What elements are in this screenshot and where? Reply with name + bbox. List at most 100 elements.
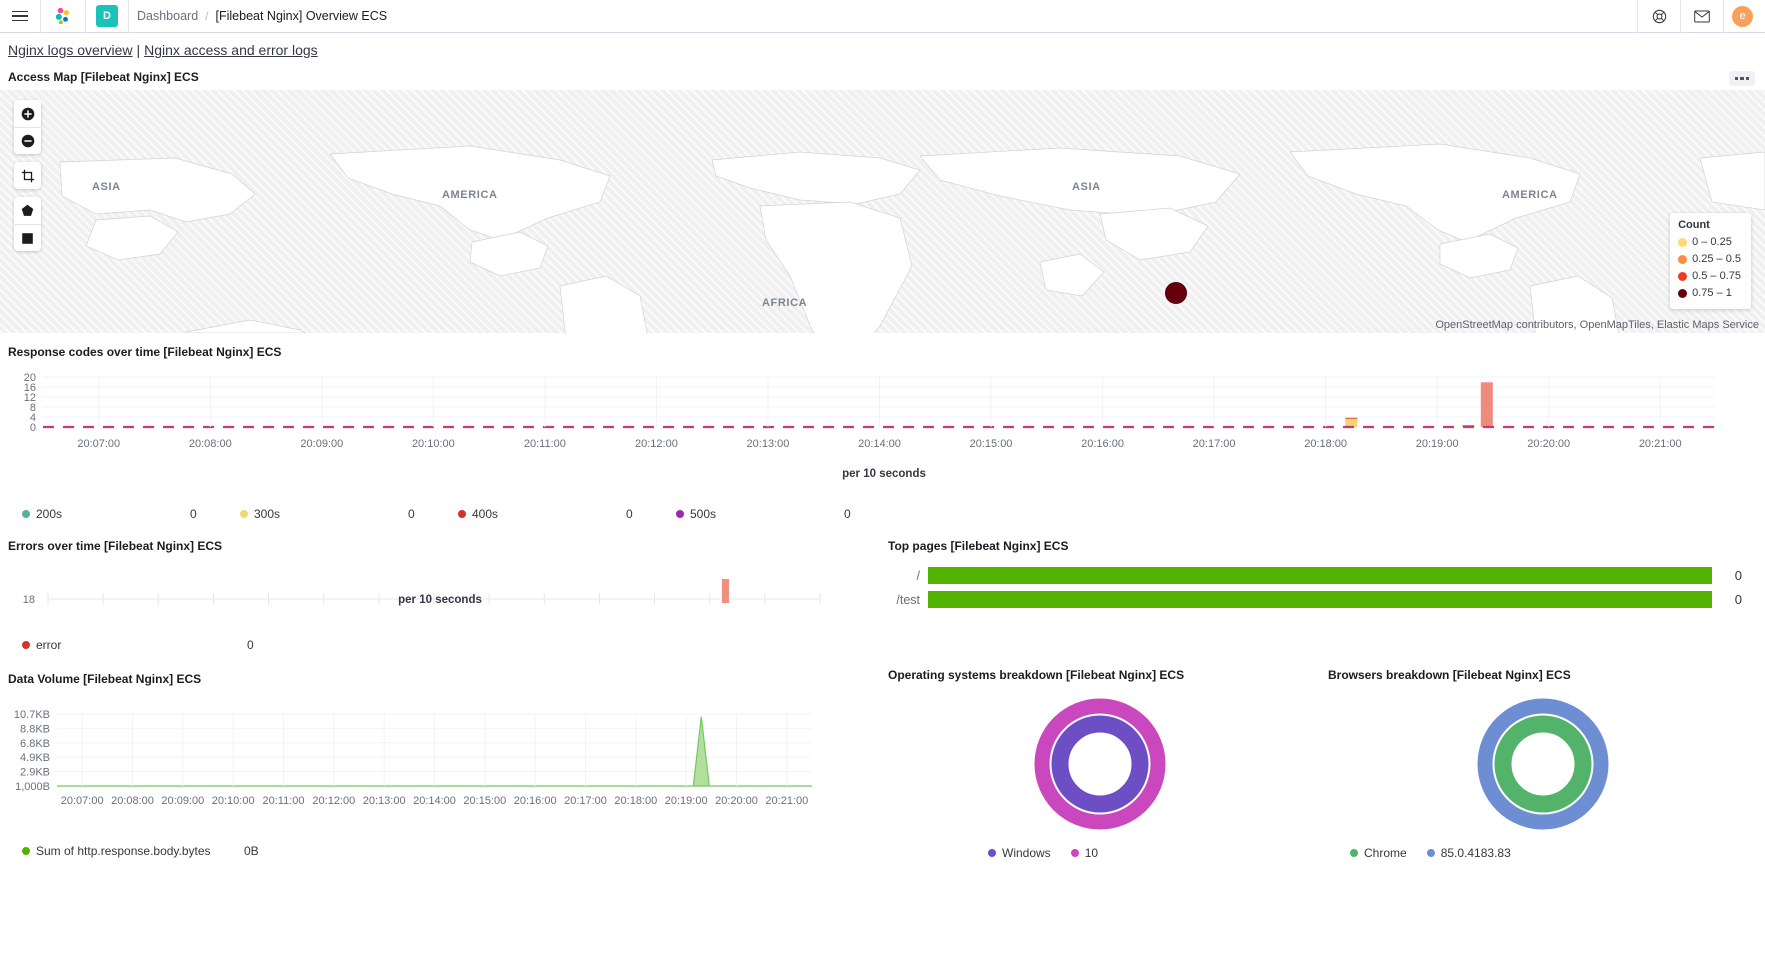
legend-label: 200s bbox=[36, 507, 63, 521]
row-errors-toppages: Errors over time [Filebeat Nginx] ECS 18… bbox=[0, 535, 1765, 652]
row-datavolume-donuts: Data Volume [Filebeat Nginx] ECS 1,000B 2… bbox=[0, 668, 1765, 860]
legend-label: Chrome bbox=[1364, 846, 1407, 860]
map-attribution: OpenStreetMap contributors, OpenMapTiles… bbox=[1435, 319, 1759, 331]
legend-browsers-breakdown: Chrome 85.0.4183.83 bbox=[1320, 846, 1765, 860]
map-legend-item: 0.5 – 0.75 bbox=[1678, 268, 1741, 285]
legend-item-300s[interactable]: 300s bbox=[240, 507, 408, 521]
dashboard-nav-links: Nginx logs overview | Nginx access and err… bbox=[0, 33, 1765, 66]
legend-errors: error 0 bbox=[0, 638, 880, 652]
donut-ring-inner[interactable] bbox=[1051, 715, 1149, 813]
mail-icon[interactable] bbox=[1681, 0, 1723, 33]
svg-text:20:08:00: 20:08:00 bbox=[189, 438, 232, 450]
map-data-point[interactable] bbox=[1165, 282, 1187, 304]
svg-text:20:21:00: 20:21:00 bbox=[1639, 438, 1682, 450]
svg-text:20:12:00: 20:12:00 bbox=[312, 795, 355, 807]
top-page-bar bbox=[928, 591, 1712, 608]
svg-text:20:11:00: 20:11:00 bbox=[262, 795, 304, 807]
legend-value-500s: 0 bbox=[844, 507, 851, 521]
nav-divider bbox=[128, 0, 129, 33]
breadcrumb-current: [Filebeat Nginx] Overview ECS bbox=[215, 9, 388, 23]
legend-item-sum-bytes[interactable]: Sum of http.response.body.bytes bbox=[22, 844, 244, 858]
svg-text:8.8KB: 8.8KB bbox=[20, 723, 50, 735]
donut-ring-inner[interactable] bbox=[1494, 715, 1591, 813]
svg-text:20:19:00: 20:19:00 bbox=[665, 795, 708, 807]
legend-item-windows[interactable]: Windows bbox=[988, 846, 1051, 860]
legend-dot-icon bbox=[240, 510, 248, 518]
elastic-logo-icon[interactable] bbox=[41, 0, 85, 33]
zoom-out-icon[interactable] bbox=[14, 127, 41, 154]
legend-item-200s[interactable]: 200s bbox=[22, 507, 190, 521]
svg-text:10.7KB: 10.7KB bbox=[14, 709, 50, 721]
legend-item-chrome[interactable]: Chrome bbox=[1350, 846, 1407, 860]
panel-access-map: Access Map [Filebeat Nginx] ECS ASIA AME… bbox=[0, 66, 1765, 333]
legend-value-200s: 0 bbox=[190, 507, 197, 521]
legend-item-error[interactable]: error bbox=[22, 638, 247, 652]
legend-value-sum-bytes: 0B bbox=[244, 844, 259, 858]
legend-os-breakdown: Windows 10 bbox=[880, 846, 1320, 860]
legend-swatch-icon bbox=[1678, 272, 1688, 281]
space-avatar[interactable]: D bbox=[96, 5, 118, 27]
chart-errors-over-time[interactable]: 18 per 10 seconds bbox=[0, 559, 870, 631]
top-page-value: 0 bbox=[1734, 592, 1742, 607]
map-legend-item: 0 – 0.25 bbox=[1678, 234, 1741, 251]
panel-os-breakdown: Operating systems breakdown [Filebeat Ng… bbox=[880, 668, 1320, 860]
draw-rectangle-icon[interactable] bbox=[14, 224, 41, 251]
map-canvas[interactable]: ASIA AMERICA AFRICA OCEANIA SOUTHAMERICA… bbox=[0, 90, 1765, 333]
menu-toggle-icon[interactable] bbox=[0, 0, 40, 33]
chart-data-volume[interactable]: 1,000B 2.9KB 4.9KB 6.8KB 8.8KB 10.7KB 20:07:0… bbox=[0, 692, 840, 827]
zoom-in-icon[interactable] bbox=[14, 100, 41, 127]
top-navigation-bar: D Dashboard / [Filebeat Nginx] Overview … bbox=[0, 0, 1765, 33]
table-row[interactable]: /test 0 bbox=[880, 589, 1765, 610]
link-nginx-access-error-logs[interactable]: Nginx access and error logs bbox=[144, 42, 318, 58]
legend-value-400s: 0 bbox=[626, 507, 633, 521]
svg-text:20:20:00: 20:20:00 bbox=[1527, 438, 1570, 450]
svg-text:1,000B: 1,000B bbox=[15, 781, 50, 793]
nav-divider bbox=[1723, 0, 1724, 33]
panel-errors-over-time: Errors over time [Filebeat Nginx] ECS 18… bbox=[0, 535, 880, 652]
legend-item-500s[interactable]: 500s bbox=[676, 507, 844, 521]
svg-text:6.8KB: 6.8KB bbox=[20, 738, 50, 750]
legend-label: 400s bbox=[472, 507, 499, 521]
svg-text:18: 18 bbox=[23, 594, 35, 606]
legend-swatch-icon bbox=[1678, 289, 1688, 298]
map-controls bbox=[14, 100, 41, 251]
svg-text:20:17:00: 20:17:00 bbox=[564, 795, 607, 807]
top-page-bar bbox=[928, 567, 1712, 584]
map-draw-controls bbox=[14, 197, 41, 251]
svg-text:20:07:00: 20:07:00 bbox=[77, 438, 120, 450]
donut-os-breakdown[interactable] bbox=[1034, 698, 1166, 830]
link-nginx-logs-overview[interactable]: Nginx logs overview bbox=[8, 42, 133, 58]
svg-text:20:12:00: 20:12:00 bbox=[635, 438, 678, 450]
legend-item-os-version[interactable]: 10 bbox=[1070, 846, 1098, 860]
svg-text:2.9KB: 2.9KB bbox=[20, 767, 50, 779]
legend-item-chrome-version[interactable]: 85.0.4183.83 bbox=[1426, 846, 1511, 860]
help-icon[interactable] bbox=[1638, 0, 1680, 33]
legend-label: 500s bbox=[690, 507, 717, 521]
legend-item-400s[interactable]: 400s bbox=[458, 507, 626, 521]
breadcrumb-separator: / bbox=[205, 9, 209, 23]
donut-browsers-breakdown[interactable] bbox=[1477, 698, 1609, 830]
legend-label: 300s bbox=[254, 507, 281, 521]
user-avatar[interactable]: e bbox=[1732, 5, 1753, 27]
legend-swatch-icon bbox=[1678, 238, 1688, 247]
svg-text:20:07:00: 20:07:00 bbox=[61, 795, 104, 807]
svg-text:20:13:00: 20:13:00 bbox=[363, 795, 406, 807]
nav-divider bbox=[85, 0, 86, 33]
fit-to-data-icon[interactable] bbox=[14, 162, 41, 189]
chart-response-codes[interactable]: 048121620 20:07:00 20:08:00 20:09:00 20:10:… bbox=[0, 365, 1765, 510]
map-legend-title: Count bbox=[1678, 219, 1710, 231]
map-legend-label: 0.25 – 0.5 bbox=[1692, 253, 1741, 265]
panel-browsers-breakdown: Browsers breakdown [Filebeat Nginx] ECS … bbox=[1320, 668, 1765, 860]
map-legend-label: 0 – 0.25 bbox=[1692, 236, 1732, 248]
svg-text:20:20:00: 20:20:00 bbox=[715, 795, 758, 807]
breadcrumb-dashboard[interactable]: Dashboard bbox=[137, 9, 198, 23]
svg-text:20:11:00: 20:11:00 bbox=[524, 438, 566, 450]
panel-context-menu-icon[interactable] bbox=[1729, 71, 1755, 86]
draw-polygon-icon[interactable] bbox=[14, 197, 41, 224]
table-row[interactable]: / 0 bbox=[880, 565, 1765, 586]
panel-data-volume: Data Volume [Filebeat Nginx] ECS 1,000B 2… bbox=[0, 668, 880, 860]
svg-text:20:21:00: 20:21:00 bbox=[765, 795, 808, 807]
svg-text:20:18:00: 20:18:00 bbox=[1304, 438, 1347, 450]
svg-text:20:14:00: 20:14:00 bbox=[858, 438, 901, 450]
legend-dot-icon bbox=[1070, 849, 1079, 857]
